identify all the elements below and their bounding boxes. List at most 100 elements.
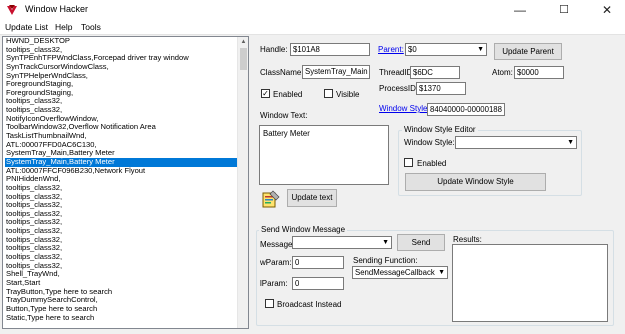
menu-bar: Update List Help Tools — [0, 21, 625, 35]
classname-label: ClassName: — [260, 68, 304, 77]
minimize-button[interactable]: — — [505, 0, 535, 21]
list-item[interactable]: SystemTray_Main,Battery Meter — [5, 149, 237, 158]
menu-tools[interactable]: Tools — [81, 22, 101, 32]
handle-field[interactable]: $101A8 — [290, 43, 370, 56]
maximize-icon: ☐ — [559, 4, 569, 16]
list-item[interactable]: Static,Type here to search — [5, 314, 237, 323]
sending-function-select[interactable]: SendMessageCallback ▼ — [352, 266, 448, 279]
send-message-title: Send Window Message — [259, 225, 348, 234]
list-item[interactable]: tooltips_class32, — [5, 201, 237, 210]
menu-update-list[interactable]: Update List — [5, 22, 48, 32]
atom-field[interactable]: $0000 — [514, 66, 564, 79]
message-select[interactable]: ▼ — [292, 236, 392, 249]
list-item[interactable]: SynTPHelperWndClass, — [5, 72, 237, 81]
window-style-editor-title: Window Style Editor — [402, 125, 478, 134]
enabled-checkbox[interactable]: ✓ — [261, 89, 270, 98]
message-label: Message — [260, 240, 293, 249]
broadcast-label: Broadcast Instead — [277, 300, 342, 309]
update-window-style-button[interactable]: Update Window Style — [405, 173, 546, 191]
minimize-icon: — — [514, 3, 526, 17]
send-button[interactable]: Send — [397, 234, 445, 251]
edit-text-icon[interactable] — [261, 189, 281, 209]
list-item[interactable]: tooltips_class32, — [5, 244, 237, 253]
update-text-button[interactable]: Update text — [287, 189, 337, 207]
visible-label: Visible — [336, 90, 360, 99]
editor-style-label: Window Style: — [404, 138, 455, 147]
atom-label: Atom: — [492, 68, 513, 77]
processid-field[interactable]: $1370 — [416, 82, 466, 95]
editor-enabled-checkbox[interactable] — [404, 158, 413, 167]
list-item[interactable]: tooltips_class32, — [5, 236, 237, 245]
list-item[interactable]: SystemTray_Main,Battery Meter — [5, 157, 237, 167]
list-item[interactable]: tooltips_class32, — [5, 253, 237, 262]
list-scrollbar[interactable]: ▲ — [237, 37, 248, 328]
list-item[interactable]: tooltips_class32, — [5, 106, 237, 115]
list-item[interactable]: tooltips_class32, — [5, 97, 237, 106]
scroll-thumb[interactable] — [240, 48, 247, 70]
list-item[interactable]: TrayDummySearchControl, — [5, 296, 237, 305]
editor-enabled-label: Enabled — [417, 159, 447, 168]
maximize-button[interactable]: ☐ — [549, 0, 579, 21]
window-text-area[interactable]: Battery Meter — [259, 125, 389, 185]
processid-label: ProcessID: — [379, 84, 419, 93]
list-item[interactable]: Shell_TrayWnd, — [5, 270, 237, 279]
parent-value: $0 — [408, 45, 417, 54]
window-style-link[interactable]: Window Style: — [379, 104, 430, 113]
scroll-up-icon[interactable]: ▲ — [238, 37, 248, 47]
list-item[interactable]: tooltips_class32, — [5, 218, 237, 227]
title-bar[interactable]: Window Hacker — ☐ ✕ — [0, 0, 625, 21]
window-text-label: Window Text: — [260, 111, 308, 120]
close-icon: ✕ — [601, 3, 613, 17]
list-item[interactable]: SynTPEnhTFPWndClass,Forcepad driver tray… — [5, 54, 237, 63]
window-title: Window Hacker — [25, 4, 89, 14]
results-label: Results: — [453, 235, 482, 244]
classname-field[interactable]: SystemTray_Main — [302, 65, 370, 79]
list-item[interactable]: tooltips_class32, — [5, 184, 237, 193]
window-style-field[interactable]: 84040000-00000188 — [427, 103, 505, 116]
list-item[interactable]: TaskListThumbnailWnd, — [5, 132, 237, 141]
chevron-down-icon: ▼ — [382, 239, 389, 246]
list-item[interactable]: PNIHiddenWnd, — [5, 175, 237, 184]
sending-function-label: Sending Function: — [353, 256, 418, 265]
enabled-label: Enabled — [273, 90, 303, 99]
list-item[interactable]: tooltips_class32, — [5, 193, 237, 202]
wparam-field[interactable]: 0 — [292, 256, 344, 269]
list-item[interactable]: ForegroundStaging, — [5, 89, 237, 98]
wparam-label: wParam: — [260, 258, 292, 267]
visible-checkbox[interactable] — [324, 89, 333, 98]
list-item[interactable]: tooltips_class32, — [5, 46, 237, 55]
list-item[interactable]: Button,Type here to search — [5, 305, 237, 314]
handle-label: Handle: — [260, 45, 288, 54]
broadcast-checkbox[interactable] — [265, 299, 274, 308]
list-item[interactable]: NotifyIconOverflowWindow, — [5, 115, 237, 124]
parent-select[interactable]: $0 ▼ — [405, 43, 487, 56]
list-item[interactable]: TrayButton,Type here to search — [5, 288, 237, 297]
lparam-label: lParam: — [260, 279, 288, 288]
chevron-down-icon: ▼ — [567, 139, 574, 146]
list-item[interactable]: ToolbarWindow32,Overflow Notification Ar… — [5, 123, 237, 132]
parent-link[interactable]: Parent: — [378, 45, 404, 54]
threadid-field[interactable]: $6DC — [410, 66, 460, 79]
list-item[interactable]: tooltips_class32, — [5, 210, 237, 219]
menu-help[interactable]: Help — [55, 22, 72, 32]
list-item[interactable]: ATL:00007FFCF096B230,Network Flyout — [5, 167, 237, 176]
lparam-field[interactable]: 0 — [292, 277, 344, 290]
list-item[interactable]: HWND_DESKTOP — [5, 37, 237, 46]
chevron-down-icon: ▼ — [477, 46, 484, 53]
status-strip — [0, 330, 625, 334]
chevron-down-icon: ▼ — [438, 269, 445, 276]
results-area[interactable] — [452, 244, 608, 322]
list-item[interactable]: Start,Start — [5, 279, 237, 288]
list-item[interactable]: ATL:00007FFD0AC6C130, — [5, 141, 237, 150]
list-item[interactable]: ForegroundStaging, — [5, 80, 237, 89]
window-list[interactable]: HWND_DESKTOP tooltips_class32, SynTPEnhTFP… — [2, 36, 249, 329]
sending-function-value: SendMessageCallback — [355, 268, 435, 277]
window-list-items: HWND_DESKTOP tooltips_class32, SynTPEnhTFP… — [5, 37, 237, 322]
app-logo-icon — [6, 4, 18, 16]
list-item[interactable]: SynTrackCursorWindowClass, — [5, 63, 237, 72]
close-button[interactable]: ✕ — [592, 0, 622, 21]
update-parent-button[interactable]: Update Parent — [494, 43, 562, 60]
list-item[interactable]: tooltips_class32, — [5, 227, 237, 236]
list-item[interactable]: tooltips_class32, — [5, 262, 237, 271]
editor-style-select[interactable]: ▼ — [455, 136, 577, 149]
